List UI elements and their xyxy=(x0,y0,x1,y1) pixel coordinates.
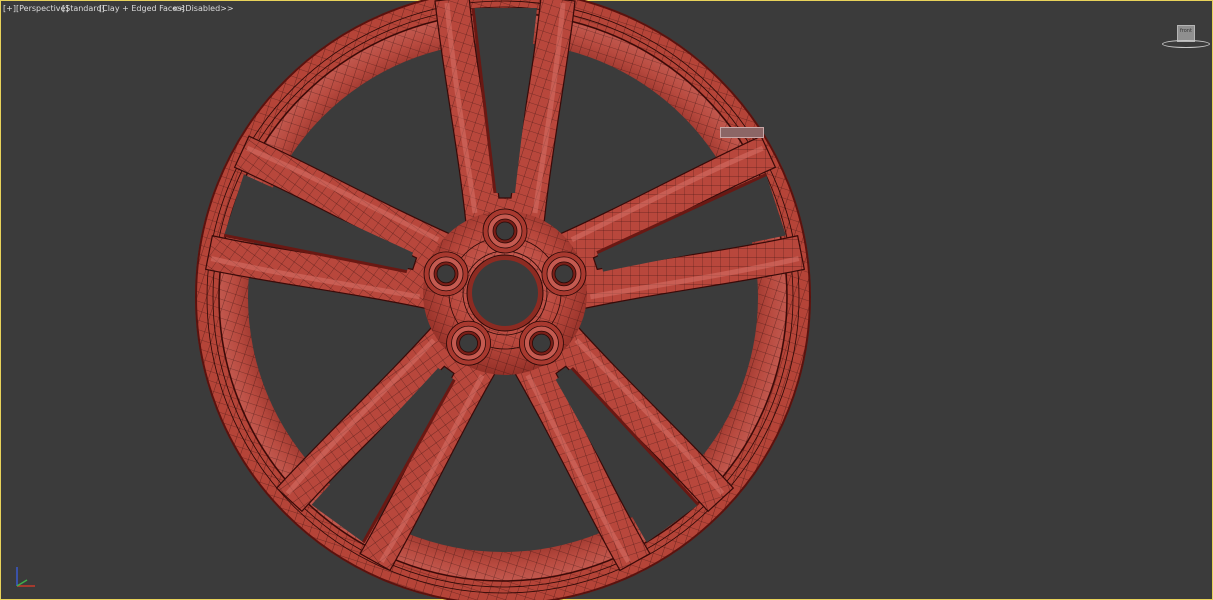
object-name-tag xyxy=(720,127,764,138)
viewcube-compass-ring[interactable] xyxy=(1162,40,1210,48)
lug-hole xyxy=(423,251,469,297)
camera-mode-label[interactable]: <<Disabled>> xyxy=(172,2,234,16)
lug-hole xyxy=(446,320,491,366)
viewport-menu-label[interactable]: [+] xyxy=(3,2,16,16)
lug-hole xyxy=(519,320,564,366)
viewcube-face-label: front xyxy=(1180,28,1192,34)
view-type-label[interactable]: [Perspective] xyxy=(16,2,69,16)
lug-hole xyxy=(482,208,528,254)
wheel-model[interactable] xyxy=(0,0,1213,600)
viewport-perspective[interactable]: [+] [Perspective] [Standard] [Clay + Edg… xyxy=(0,0,1213,600)
viewcube[interactable]: front xyxy=(1160,20,1212,54)
lug-hole xyxy=(541,251,587,297)
center-bore xyxy=(466,254,544,332)
axis-tripod-icon xyxy=(16,567,35,587)
